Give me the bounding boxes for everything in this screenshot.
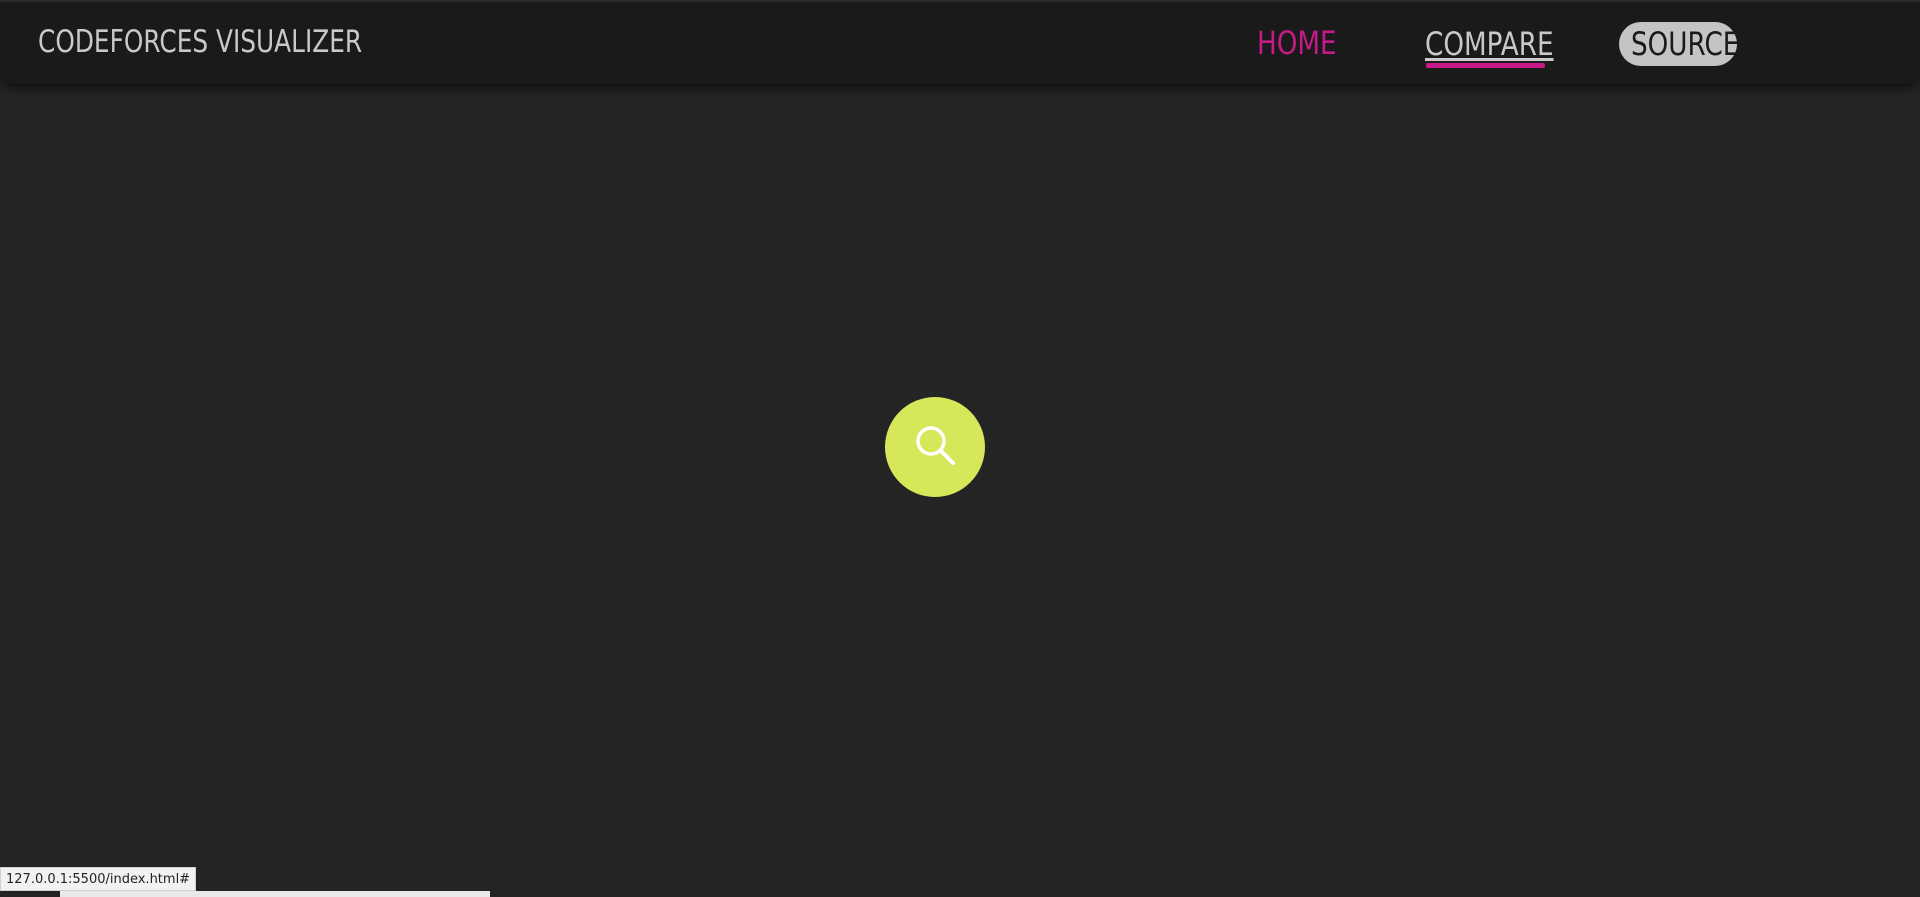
brand-title: CODEFORCES VISUALIZER [38,24,363,60]
search-button[interactable] [885,397,985,497]
bottom-progress-strip [60,891,490,897]
compare-active-underline [1426,63,1545,68]
nav-source-label: SOURCE [1631,25,1740,63]
nav-home-link[interactable]: HOME [1257,24,1337,62]
nav-compare-link[interactable]: COMPARE [1425,25,1554,63]
top-navbar: CODEFORCES VISUALIZER HOME COMPARE SOURC… [0,0,1920,84]
status-bar-url: 127.0.0.1:5500/index.html# [0,867,197,891]
nav-source-button[interactable]: SOURCE [1619,22,1740,66]
